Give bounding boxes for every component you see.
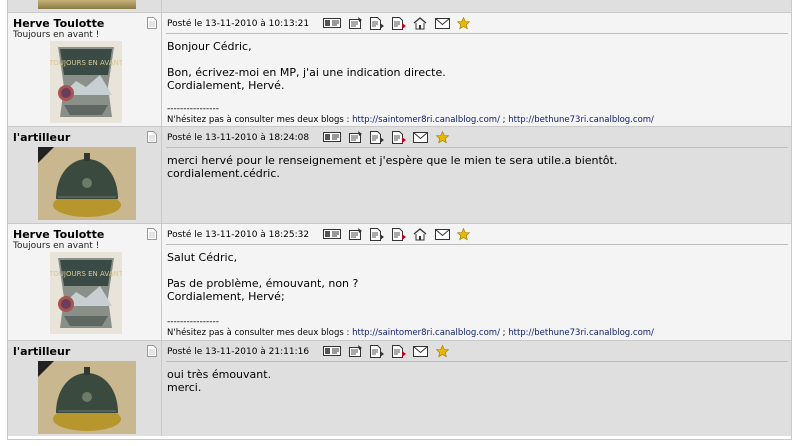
author-name[interactable]: l'artilleur [13,345,70,358]
profile-card-icon[interactable] [323,228,341,240]
blog-link-bethune[interactable]: http://bethune73ri.canalblog.com/ [508,115,654,125]
signature-divider: ---------------- [167,104,219,114]
signature-separator: ; [499,328,509,338]
previous-post-avatar [38,0,136,9]
previous-post-author-cell [8,0,162,12]
signature-separator: ; [499,115,509,125]
post-action-icons [323,228,474,242]
avatar-insignia: TOUJOURS EN AVANT [50,41,122,123]
send-pm-icon[interactable] [348,131,363,144]
post-action-icons [323,345,453,359]
author-name[interactable]: Herve Toulotte [13,17,104,30]
svg-text:TOUJOURS EN AVANT: TOUJOURS EN AVANT [50,270,122,278]
post-date: Posté le 13-11-2010 à 18:25:32 [167,230,310,240]
author-cell: l'artilleur [8,127,162,223]
star-icon[interactable] [435,131,449,144]
send-pm-icon[interactable] [348,228,363,241]
quote-multi-icon[interactable] [391,345,406,358]
email-icon[interactable] [434,17,450,29]
message-cell: Posté le 13-11-2010 à 21:11:16 oui très … [163,341,791,436]
homepage-icon[interactable] [413,17,427,30]
post-action-icons [323,131,453,145]
homepage-icon[interactable] [413,228,427,241]
blog-link-saintomer[interactable]: http://saintomer8ri.canalblog.com/ [352,115,500,125]
author-rank: Toujours en avant ! [13,30,100,40]
post-body: Bonjour Cédric, Bon, écrivez-moi en MP, … [167,40,446,92]
message-cell: Posté le 13-11-2010 à 10:13:21 Bonjour C… [163,13,791,126]
post-header: Posté le 13-11-2010 à 18:24:08 [166,131,788,148]
page-icon[interactable] [147,17,157,29]
forum-post: Herve Toulotte Toujours en avant ! TOUJO… [8,12,791,126]
quote-icon[interactable] [370,131,384,144]
avatar-insignia: TOUJOURS EN AVANT [50,252,122,334]
previous-post-tail [8,0,791,12]
page-icon[interactable] [147,131,157,143]
blog-link-bethune[interactable]: http://bethune73ri.canalblog.com/ [508,328,654,338]
quote-icon[interactable] [370,345,384,358]
page-icon[interactable] [147,345,157,357]
post-date: Posté le 13-11-2010 à 10:13:21 [167,19,310,29]
post-date: Posté le 13-11-2010 à 18:24:08 [167,133,310,143]
message-cell: Posté le 13-11-2010 à 18:25:32 Salut Céd… [163,224,791,340]
post-body: Salut Cédric, Pas de problème, émouvant,… [167,251,359,303]
quote-multi-icon[interactable] [391,228,406,241]
author-rank: Toujours en avant ! [13,241,100,251]
post-header: Posté le 13-11-2010 à 18:25:32 [166,228,788,245]
signature: N'hésitez pas à consulter mes deux blogs… [167,115,654,125]
signature-text: N'hésitez pas à consulter mes deux blogs… [167,328,353,338]
avatar-helmet [38,361,136,434]
signature: N'hésitez pas à consulter mes deux blogs… [167,328,654,338]
post-action-icons [323,17,474,31]
star-icon[interactable] [457,228,470,241]
quote-icon[interactable] [370,17,384,30]
avatar-helmet [38,147,136,220]
forum-post: Herve Toulotte Toujours en avant ! TOUJO… [8,223,791,340]
forum-post: l'artilleur Posté le 13-11-2010 à 18:24:… [8,126,791,223]
post-body: merci hervé pour le renseignement et j'e… [167,154,618,180]
forum-post: l'artilleur Posté le 13-11-2010 à 21:11:… [8,340,791,436]
post-header: Posté le 13-11-2010 à 21:11:16 [166,345,788,362]
quote-icon[interactable] [370,228,384,241]
author-cell: l'artilleur [8,341,162,436]
author-cell: Herve Toulotte Toujours en avant ! TOUJO… [8,13,162,126]
signature-text: N'hésitez pas à consulter mes deux blogs… [167,115,353,125]
email-icon[interactable] [413,345,428,357]
profile-card-icon[interactable] [323,131,341,143]
page-icon[interactable] [147,228,157,240]
signature-divider: ---------------- [167,317,219,327]
author-name[interactable]: l'artilleur [13,131,70,144]
quote-multi-icon[interactable] [391,131,406,144]
post-header: Posté le 13-11-2010 à 10:13:21 [166,17,788,34]
star-icon[interactable] [457,17,470,30]
svg-text:TOUJOURS EN AVANT: TOUJOURS EN AVANT [50,59,122,67]
profile-card-icon[interactable] [323,17,341,29]
email-icon[interactable] [434,228,450,240]
star-icon[interactable] [435,345,449,358]
message-cell: Posté le 13-11-2010 à 18:24:08 merci her… [163,127,791,223]
quote-multi-icon[interactable] [391,17,406,30]
author-name[interactable]: Herve Toulotte [13,228,104,241]
profile-card-icon[interactable] [323,345,341,357]
email-icon[interactable] [413,131,428,143]
post-date: Posté le 13-11-2010 à 21:11:16 [167,347,310,357]
send-pm-icon[interactable] [348,345,363,358]
post-body: oui très émouvant. merci. [167,368,272,394]
author-cell: Herve Toulotte Toujours en avant ! TOUJO… [8,224,162,340]
blog-link-saintomer[interactable]: http://saintomer8ri.canalblog.com/ [352,328,500,338]
send-pm-icon[interactable] [348,17,363,30]
